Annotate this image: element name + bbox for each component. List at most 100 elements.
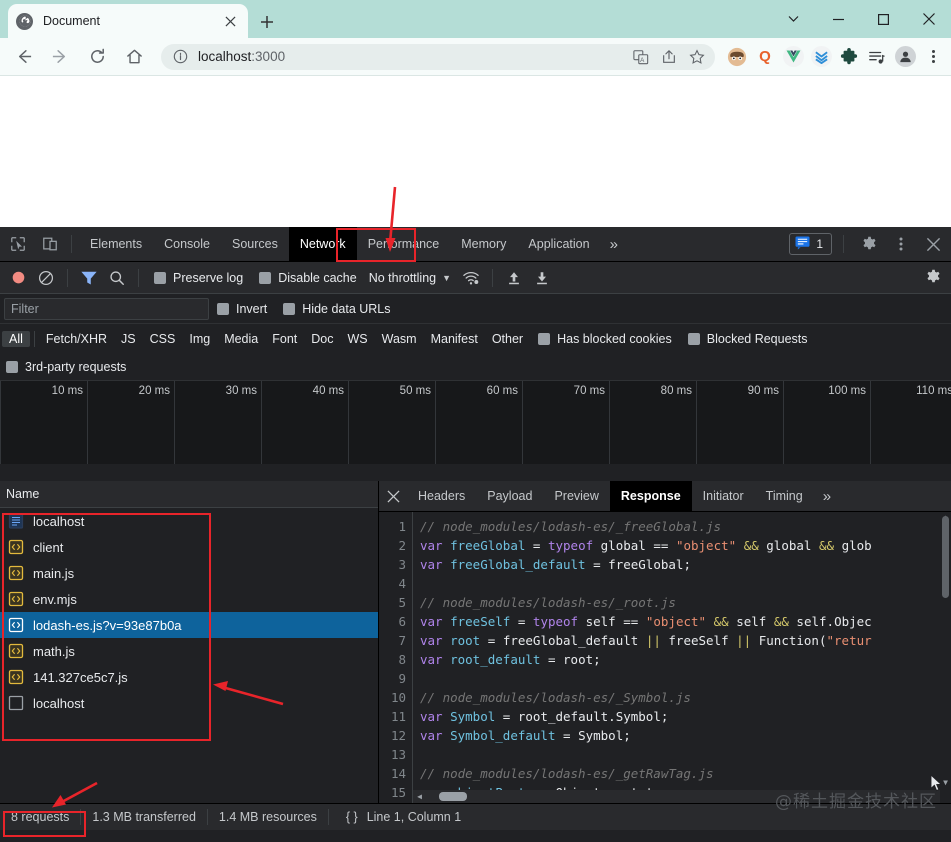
search-icon[interactable] bbox=[103, 264, 131, 292]
details-more-tabs-icon[interactable]: » bbox=[814, 481, 840, 512]
downloads-extension-icon[interactable] bbox=[807, 42, 835, 72]
profile-avatar-icon[interactable] bbox=[891, 42, 919, 72]
line-number: 13 bbox=[390, 747, 406, 762]
table-row[interactable]: localhost bbox=[0, 690, 378, 716]
vue-devtools-extension-icon[interactable] bbox=[779, 42, 807, 72]
code-vertical-scrollbar[interactable]: ▲ ▼ bbox=[940, 512, 951, 789]
clear-icon[interactable] bbox=[32, 264, 60, 292]
devtools-tab-network[interactable]: Network bbox=[288, 226, 357, 262]
type-filter-css[interactable]: CSS bbox=[143, 331, 183, 347]
throttling-dropdown[interactable]: No throttling ▼ bbox=[369, 271, 451, 285]
window-minimize-button[interactable] bbox=[816, 0, 861, 38]
wifi-settings-icon[interactable] bbox=[457, 264, 485, 292]
third-party-requests-checkbox[interactable]: 3rd-party requests bbox=[6, 360, 126, 374]
invert-checkbox[interactable]: Invert bbox=[217, 302, 267, 316]
filter-input[interactable]: Filter bbox=[4, 297, 209, 320]
devtools-more-tabs-icon[interactable]: » bbox=[601, 227, 627, 262]
devtools-tab-sources[interactable]: Sources bbox=[221, 227, 289, 262]
response-code-viewer[interactable]: 1 2 3 4 5 6 7 8 9 10 11 12 13 14 15 // n… bbox=[379, 512, 951, 803]
code-horizontal-scrollbar[interactable]: ◀ bbox=[413, 790, 940, 803]
browser-toolbar: localhost:3000 A Q bbox=[0, 38, 951, 75]
details-tab-timing[interactable]: Timing bbox=[755, 481, 814, 512]
download-arrow-icon[interactable] bbox=[528, 264, 556, 292]
record-stop-icon[interactable] bbox=[4, 264, 32, 292]
tab-search-button[interactable] bbox=[771, 0, 816, 38]
details-tab-headers[interactable]: Headers bbox=[407, 481, 476, 512]
details-close-icon[interactable] bbox=[379, 482, 407, 510]
preserve-log-checkbox[interactable]: Preserve log bbox=[154, 271, 243, 285]
puzzle-extensions-icon[interactable] bbox=[835, 42, 863, 72]
table-row[interactable]: localhost bbox=[0, 508, 378, 534]
more-vertical-icon[interactable] bbox=[887, 230, 915, 258]
upload-arrow-icon[interactable] bbox=[500, 264, 528, 292]
back-icon[interactable] bbox=[6, 40, 40, 74]
share-icon[interactable] bbox=[655, 44, 683, 70]
new-tab-button[interactable] bbox=[254, 9, 280, 35]
hide-data-urls-checkbox[interactable]: Hide data URLs bbox=[283, 302, 391, 316]
request-list-header[interactable]: Name bbox=[0, 481, 378, 508]
checkbox-box bbox=[154, 271, 166, 284]
devtools-tab-application[interactable]: Application bbox=[517, 227, 600, 262]
scrollbar-thumb[interactable] bbox=[942, 516, 949, 598]
window-maximize-button[interactable] bbox=[861, 0, 906, 38]
details-tab-preview[interactable]: Preview bbox=[543, 481, 609, 512]
filter-icon[interactable] bbox=[75, 264, 103, 292]
table-row[interactable]: main.js bbox=[0, 560, 378, 586]
devtools-tab-elements[interactable]: Elements bbox=[79, 227, 153, 262]
blocked-requests-label: Blocked Requests bbox=[706, 331, 808, 346]
table-row[interactable]: env.mjs bbox=[0, 586, 378, 612]
window-close-button[interactable] bbox=[906, 0, 951, 38]
details-tab-initiator[interactable]: Initiator bbox=[692, 481, 755, 512]
forward-icon[interactable] bbox=[43, 40, 77, 74]
type-filter-ws[interactable]: WS bbox=[340, 331, 374, 347]
network-settings-gear-icon[interactable] bbox=[919, 264, 947, 292]
table-row[interactable]: 141.327ce5c7.js bbox=[0, 664, 378, 690]
blocked-requests-checkbox[interactable]: Blocked Requests bbox=[687, 331, 808, 346]
devtools-tab-memory[interactable]: Memory bbox=[450, 227, 517, 262]
details-tab-response[interactable]: Response bbox=[609, 480, 692, 512]
quasar-extension-icon[interactable]: Q bbox=[751, 42, 779, 72]
issues-badge[interactable]: 1 bbox=[789, 233, 832, 255]
network-overview-timeline[interactable]: 10 ms 20 ms 30 ms 40 ms 50 ms 60 ms 70 m… bbox=[0, 381, 951, 481]
pretty-print-icon[interactable]: { } bbox=[346, 810, 367, 824]
type-filter-wasm[interactable]: Wasm bbox=[375, 331, 424, 347]
close-icon[interactable] bbox=[220, 11, 240, 31]
type-filter-fetch-xhr[interactable]: Fetch/XHR bbox=[39, 331, 114, 347]
type-filter-all[interactable]: All bbox=[2, 330, 30, 347]
type-filter-manifest[interactable]: Manifest bbox=[424, 331, 485, 347]
has-blocked-cookies-checkbox[interactable]: Has blocked cookies bbox=[538, 332, 672, 346]
home-icon[interactable] bbox=[117, 40, 151, 74]
table-row[interactable]: math.js bbox=[0, 638, 378, 664]
gear-icon[interactable] bbox=[855, 230, 883, 258]
devtools-close-icon[interactable] bbox=[919, 230, 947, 258]
star-icon[interactable] bbox=[683, 44, 711, 70]
scrollbar-thumb[interactable] bbox=[439, 792, 467, 801]
address-bar[interactable]: localhost:3000 A bbox=[161, 43, 715, 70]
details-tab-payload[interactable]: Payload bbox=[476, 481, 543, 512]
media-list-icon[interactable] bbox=[863, 42, 891, 72]
reload-icon[interactable] bbox=[80, 40, 114, 74]
browser-tab[interactable]: Document bbox=[8, 4, 248, 38]
disable-cache-checkbox[interactable]: Disable cache bbox=[259, 271, 357, 285]
scroll-left-arrow[interactable]: ◀ bbox=[413, 792, 426, 801]
info-circle-icon[interactable] bbox=[173, 49, 189, 65]
avatar-extension-icon[interactable] bbox=[723, 42, 751, 72]
type-filter-media[interactable]: Media bbox=[217, 331, 265, 347]
table-row[interactable]: client bbox=[0, 534, 378, 560]
device-toolbar-icon[interactable] bbox=[36, 230, 64, 258]
timeline-tick: 50 ms bbox=[399, 385, 431, 397]
timeline-tick: 80 ms bbox=[660, 385, 692, 397]
type-filter-other[interactable]: Other bbox=[485, 331, 530, 347]
chrome-menu-icon[interactable] bbox=[919, 42, 947, 72]
resource-type-filters: All Fetch/XHR JS CSS Img Media Font Doc … bbox=[0, 324, 951, 353]
code-line: var Symbol = root_default.Symbol; bbox=[420, 709, 669, 724]
devtools-tab-performance[interactable]: Performance bbox=[357, 227, 451, 262]
type-filter-js[interactable]: JS bbox=[114, 331, 143, 347]
type-filter-img[interactable]: Img bbox=[182, 331, 217, 347]
table-row[interactable]: lodash-es.js?v=93e87b0a bbox=[0, 612, 378, 638]
inspect-element-icon[interactable] bbox=[4, 230, 32, 258]
translate-icon[interactable]: A bbox=[627, 44, 655, 70]
type-filter-font[interactable]: Font bbox=[265, 331, 304, 347]
devtools-tab-console[interactable]: Console bbox=[153, 227, 221, 262]
type-filter-doc[interactable]: Doc bbox=[304, 331, 340, 347]
